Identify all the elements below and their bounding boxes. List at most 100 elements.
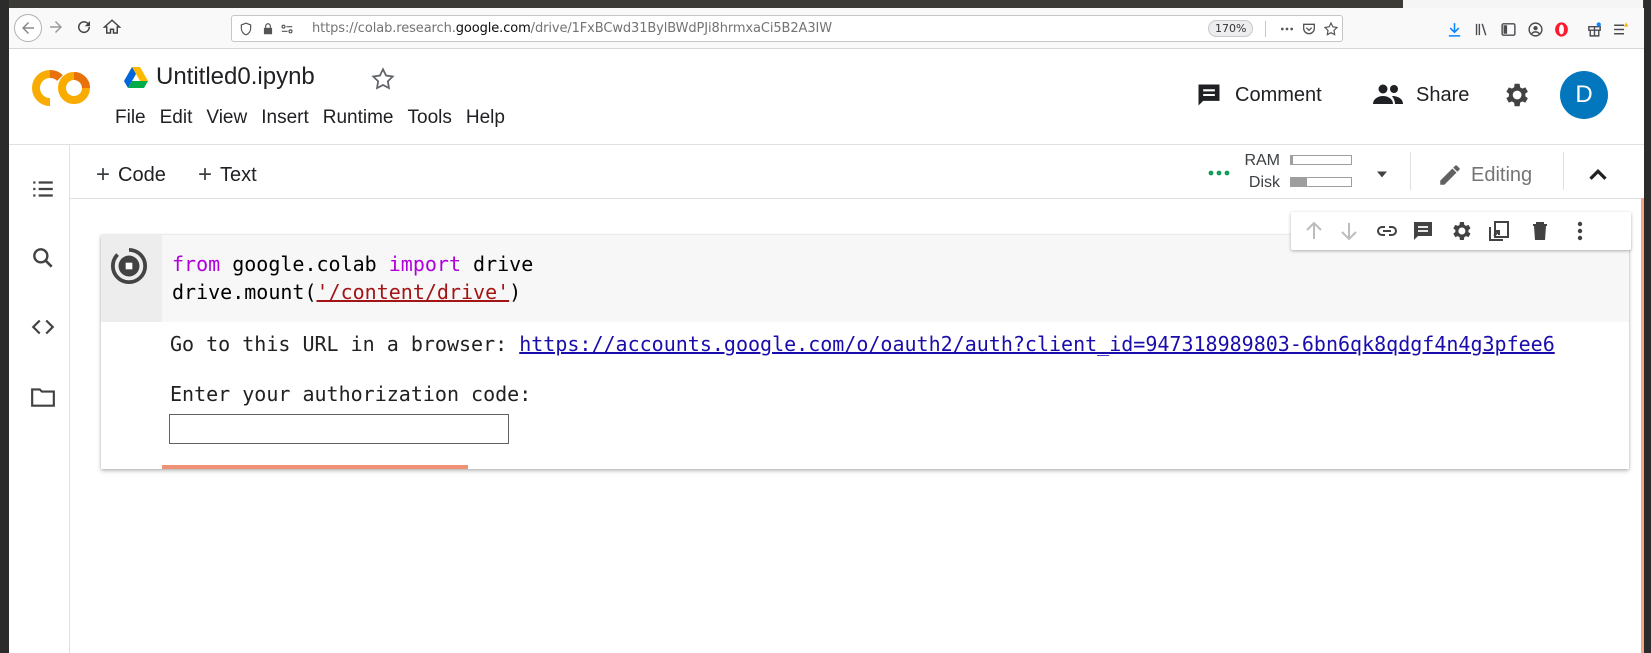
menu-file[interactable]: File [108,105,153,131]
extension-icon[interactable] [1583,18,1605,40]
opera-icon[interactable] [1550,18,1572,40]
menu-edit[interactable]: Edit [153,105,200,131]
output-url-line: Go to this URL in a browser: https://acc… [170,332,1555,356]
colab-logo[interactable] [30,68,94,108]
user-avatar[interactable]: D [1560,71,1608,119]
disk-usage-fill [1291,178,1308,186]
reload-button[interactable] [71,14,97,40]
rail-divider [69,145,70,653]
url-text[interactable]: https://colab.research.google.com/drive/… [312,21,832,36]
url-divider [1265,21,1266,37]
library-icon[interactable] [1470,18,1492,40]
people-icon [1372,81,1404,109]
menu-insert[interactable]: Insert [254,105,316,131]
browser-toolbar: https://colab.research.google.com/drive/… [9,8,1644,49]
notebook-title[interactable]: Untitled0.ipynb [156,63,315,91]
output-prefix: Go to this URL in a browser: [170,332,520,356]
connected-indicator-icon[interactable] [1207,166,1231,180]
search-icon[interactable] [30,245,56,271]
forward-button[interactable] [43,14,69,40]
settings-gear-icon[interactable] [1501,80,1531,110]
share-button[interactable]: Share [1372,78,1469,112]
home-icon [103,19,121,34]
code-snippets-icon[interactable] [30,314,56,340]
menu-help[interactable]: Help [459,105,512,131]
mirror-cell-icon[interactable] [1487,219,1511,243]
shield-icon[interactable] [238,21,254,37]
header-divider [9,144,1644,145]
pocket-icon[interactable] [1299,20,1319,38]
auth-url-link[interactable]: https://accounts.google.com/o/oauth2/aut… [519,332,1555,356]
back-button[interactable] [14,14,42,42]
cell-settings-gear-icon[interactable] [1449,219,1473,243]
toolbar-separator [1410,152,1411,190]
editing-label: Editing [1471,163,1533,186]
hamburger-menu-icon[interactable] [1609,18,1631,40]
add-text-label: Text [220,163,257,186]
menu-view[interactable]: View [199,105,254,131]
code-line-1: from google.colab import drive [172,252,533,276]
page-actions-icon[interactable] [1277,20,1297,38]
comment-icon[interactable] [1411,219,1435,243]
account-icon[interactable] [1524,18,1546,40]
comment-icon [1195,81,1223,109]
lock-icon[interactable] [260,21,276,37]
arrow-down-icon[interactable] [1337,219,1361,243]
scroll-accent-bar [1641,198,1644,653]
code-line-2: drive.mount('/content/drive') [172,280,521,304]
cell-gutter [101,235,162,322]
execution-progress-bar [162,465,468,469]
add-code-button[interactable]: + Code [96,160,166,190]
window-right-edge [1644,0,1651,653]
cell-toolbar [1291,212,1631,250]
window-top-edge [0,0,1651,8]
arrow-right-icon [50,21,62,33]
code-import-name: drive [461,252,534,276]
chevron-up-icon[interactable] [1583,160,1613,190]
editing-mode-button[interactable]: Editing [1437,158,1532,192]
code-cell[interactable]: from google.colab import drive drive.mou… [101,235,1629,469]
disk-usage-bar [1290,177,1352,187]
bookmark-star-icon[interactable] [1321,20,1341,38]
url-suffix: /drive/1FxBCwd31BylBWdPJi8hrmxaCi5B2A3IW [530,21,832,36]
ram-label: RAM [1244,152,1280,169]
menu-tools[interactable]: Tools [401,105,459,131]
keyword-import: import [388,252,461,276]
comment-label: Comment [1235,83,1322,106]
output-clip: Go to this URL in a browser: https://acc… [101,322,1629,382]
more-vert-icon[interactable] [1568,219,1592,243]
url-bar[interactable]: https://colab.research.google.com/drive/… [231,15,1343,42]
permissions-icon[interactable] [279,21,295,37]
table-of-contents-icon[interactable] [30,176,56,202]
folder-icon[interactable] [30,384,56,410]
zoom-badge[interactable]: 170% [1208,20,1254,37]
star-icon[interactable] [370,66,396,92]
comment-button[interactable]: Comment [1195,78,1322,112]
notebook-title-area: Untitled0.ipynb [124,62,315,92]
link-icon[interactable] [1375,219,1399,243]
stop-execution-icon[interactable] [110,247,148,285]
ram-usage-bar [1290,155,1352,165]
caret-down-icon[interactable] [1372,164,1392,184]
home-button[interactable] [99,14,125,40]
reload-icon [78,21,91,34]
url-prefix: https://colab.research. [312,21,456,36]
arrow-up-icon[interactable] [1302,219,1326,243]
download-icon[interactable] [1443,18,1465,40]
trash-icon[interactable] [1528,219,1552,243]
toolbar-divider [70,198,1644,199]
authorization-code-input[interactable] [169,414,509,444]
disk-label: Disk [1248,174,1280,191]
plus-icon: + [198,161,213,188]
resource-labels[interactable]: RAM Disk [1240,150,1280,194]
drive-icon[interactable] [124,66,148,88]
share-label: Share [1416,83,1470,106]
url-domain: google.com [455,21,531,36]
code-call: drive.mount( [172,280,317,304]
code-string: '/content/drive' [316,280,510,304]
sidebar-icon[interactable] [1497,18,1519,40]
menu-runtime[interactable]: Runtime [316,105,401,131]
add-text-button[interactable]: + Text [198,160,257,190]
auth-prompt: Enter your authorization code: [170,382,532,406]
code-module: google.colab [220,252,389,276]
